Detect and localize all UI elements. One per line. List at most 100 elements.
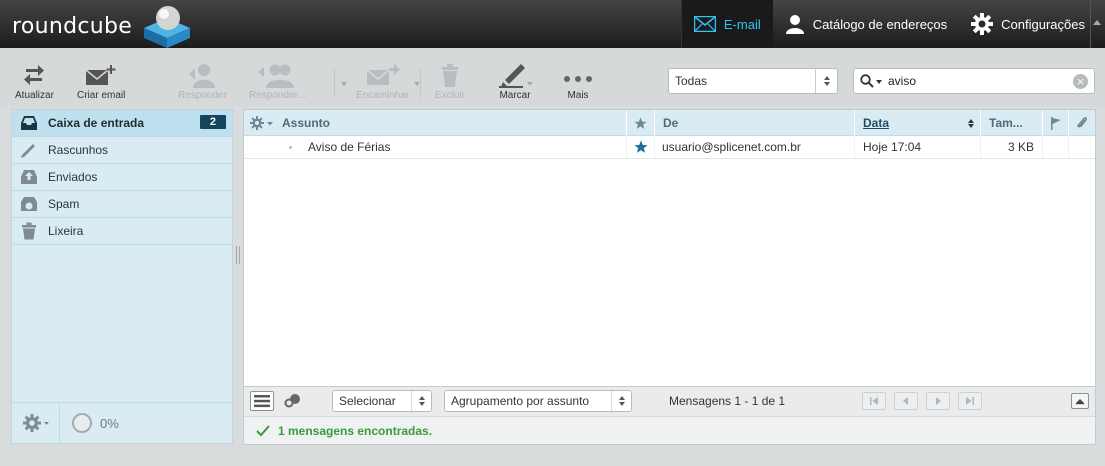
nav-collapse-toggle[interactable] [1093,20,1101,25]
message-from-address: usuario@splicenet.com.br [662,140,801,154]
nav-settings[interactable]: Configurações [959,0,1105,48]
refresh-label: Atualizar [15,90,54,101]
trash-icon [442,64,458,87]
chevron-up-icon [1076,399,1084,405]
message-subject[interactable]: Aviso de Férias [308,140,390,154]
filter-select-value: Todas [675,74,708,88]
forward-button[interactable]: Encaminhar [356,62,409,101]
sort-icon [968,119,974,128]
compose-button[interactable]: Criar email [77,62,125,101]
message-date-value: Hoje 17:04 [863,140,922,154]
more-button[interactable]: Mais [563,62,593,101]
reply-all-icon [258,64,295,88]
logo[interactable]: roundcube [12,6,190,48]
folder-drafts[interactable]: Rascunhos [12,137,232,164]
top-bar: roundcube E-mail Catálogo de endereços C… [0,0,1105,48]
more-icon [564,76,592,82]
main-nav: E-mail Catálogo de endereços Configuraçõ… [680,0,1105,48]
search-icon[interactable] [860,74,874,88]
refresh-button[interactable]: Atualizar [15,62,54,101]
message-size: 3 KB [980,136,1042,158]
folder-sent[interactable]: Enviados [12,164,232,191]
nav-addressbook[interactable]: Catálogo de endereços [773,0,959,48]
unread-dot-icon [289,145,292,149]
folder-inbox[interactable]: Caixa de entrada 2 [12,110,232,137]
message-status-flag-cell[interactable] [1042,136,1068,158]
folder-trash[interactable]: Lixeira [12,218,232,245]
search-input[interactable] [888,72,1068,90]
paperclip-icon [1077,117,1088,128]
threads-toggle[interactable] [284,393,302,412]
filter-select[interactable]: Todas [668,68,838,94]
message-count: Mensagens 1 - 1 de 1 [669,394,786,408]
message-date: Hoje 17:04 [854,136,980,158]
reply-all-dropdown[interactable] [341,82,347,86]
first-page-icon [870,397,878,405]
nav-divider [1090,0,1091,48]
sidebar-splitter[interactable] [236,246,240,264]
list-options-button[interactable] [244,110,278,136]
message-attachment-cell [1068,136,1095,158]
flag-icon [1050,116,1061,130]
last-page-icon [966,397,974,405]
column-status-flag[interactable] [1042,110,1068,136]
last-page-button[interactable] [958,392,982,410]
folder-inbox-label: Caixa de entrada [48,116,145,130]
reply-all-button[interactable]: Responder... [249,62,306,101]
trash-icon [20,222,38,240]
spam-icon [20,195,38,213]
column-flag[interactable] [626,110,654,136]
column-date-label: Data [863,116,890,130]
next-page-button[interactable] [926,392,950,410]
threads-icon [284,394,300,408]
search-clear-icon[interactable]: × [1073,74,1088,89]
nav-settings-label: Configurações [1001,16,1085,32]
message-subject-cell: Aviso de Férias [244,136,626,158]
column-from[interactable]: De [654,110,854,136]
search-options-dropdown[interactable] [876,80,882,84]
inbox-icon [20,114,38,132]
message-flag-cell[interactable] [626,136,654,158]
check-icon [256,424,270,436]
delete-button[interactable]: Excluir [435,62,465,101]
reply-all-label: Responder... [249,90,306,101]
column-subject[interactable]: Assunto [278,110,626,136]
folder-trash-label: Lixeira [48,224,84,238]
star-icon [633,140,648,153]
select-messages-dropdown[interactable]: Selecionar [332,390,432,412]
message-row[interactable]: Aviso de Férias usuario@splicenet.com.br… [244,136,1095,159]
chevron-left-icon [903,397,908,405]
quota-pie-icon [72,413,92,433]
select-messages-value: Selecionar [339,394,396,408]
threads-arrows [611,391,631,411]
mark-dropdown[interactable] [527,82,533,86]
nav-email[interactable]: E-mail [680,0,773,48]
message-size-value: 3 KB [1007,140,1034,154]
toolbar-separator [334,68,335,98]
pencil-icon [20,141,38,159]
person-icon [785,15,804,34]
column-date[interactable]: Data [854,110,980,136]
gear-icon [250,116,273,130]
threads-dropdown[interactable]: Agrupamento por assunto [444,390,632,412]
column-size[interactable]: Tam... [980,110,1042,136]
reply-button[interactable]: Responder [178,62,227,101]
logo-cube-icon [144,6,190,48]
previous-page-button[interactable] [894,392,918,410]
list-view-toggle[interactable] [250,391,274,411]
column-subject-label: Assunto [282,116,330,130]
toggle-preview-button[interactable] [1071,393,1089,409]
threads-value: Agrupamento por assunto [451,394,590,408]
list-icon [254,395,270,408]
column-from-label: De [663,116,679,130]
message-from: usuario@splicenet.com.br [654,136,854,158]
refresh-icon [24,65,45,85]
folder-spam[interactable]: Spam [12,191,232,218]
column-attachment[interactable] [1068,110,1095,136]
first-page-button[interactable] [862,392,886,410]
folder-actions-button[interactable] [12,403,60,443]
gear-icon [22,414,49,432]
quota-display: 0% [72,413,119,433]
unread-count-badge: 2 [199,115,226,129]
sidebar-footer: 0% [12,402,232,443]
